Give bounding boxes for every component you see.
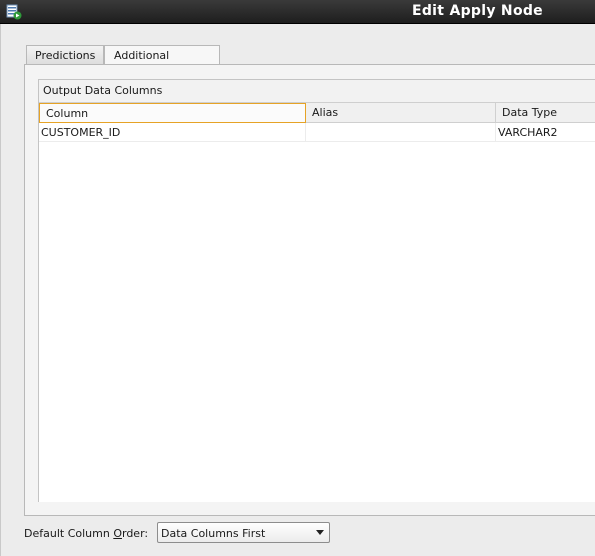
- cell-data-type[interactable]: VARCHAR2: [496, 123, 595, 142]
- default-column-order-dropdown[interactable]: Data Columns First: [157, 522, 330, 543]
- column-header-column[interactable]: Column: [39, 103, 306, 123]
- title-bar: Edit Apply Node: [0, 0, 595, 24]
- table-row[interactable]: CUSTOMER_ID VARCHAR2: [39, 123, 595, 142]
- output-columns-table: Column Alias Data Type CUSTOMER_ID VARCH…: [39, 102, 595, 502]
- table-header: Column Alias Data Type: [39, 103, 595, 123]
- dropdown-value: Data Columns First: [161, 527, 266, 540]
- default-column-order-label: Default Column Order:: [24, 527, 148, 540]
- label-mnemonic: O: [113, 527, 122, 540]
- apply-node-icon: [6, 4, 22, 20]
- chevron-down-icon: [316, 530, 324, 535]
- label-suffix: rder:: [121, 527, 149, 540]
- output-data-columns-group: Output Data Columns Column Alias Data Ty…: [38, 79, 595, 502]
- cell-alias[interactable]: [306, 123, 496, 142]
- tab-additional-output[interactable]: Additional Output: [104, 45, 220, 75]
- dialog-body: Predictions Additional Output Output Dat…: [0, 24, 595, 556]
- column-header-data-type[interactable]: Data Type: [496, 103, 595, 123]
- window-title: Edit Apply Node: [412, 3, 543, 19]
- tab-predictions[interactable]: Predictions: [26, 45, 104, 65]
- group-title: Output Data Columns: [43, 84, 163, 97]
- label-prefix: Default Column: [24, 527, 114, 540]
- cell-column[interactable]: CUSTOMER_ID: [39, 123, 306, 142]
- additional-output-panel: Output Data Columns Column Alias Data Ty…: [24, 64, 595, 516]
- column-header-alias[interactable]: Alias: [306, 103, 496, 123]
